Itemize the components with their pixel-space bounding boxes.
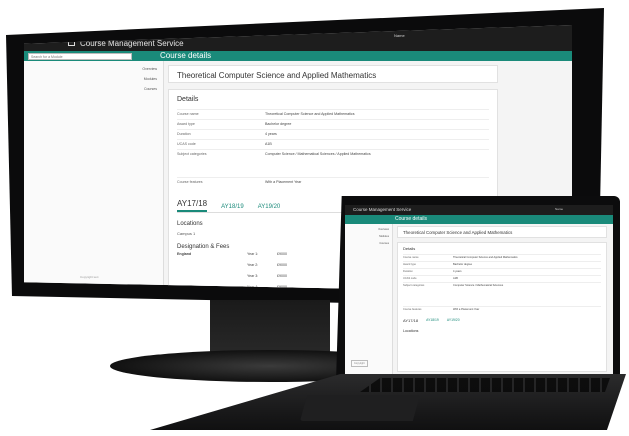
sidebar-footer: Copyright text — [80, 275, 99, 279]
fee-year: Year 1: — [247, 252, 259, 256]
laptop-main-content: Theoretical Computer Science and Applied… — [397, 226, 607, 376]
laptop-sidebar-item-courses[interactable]: Courses — [379, 242, 389, 245]
course-title: Theoretical Computer Science and Applied… — [168, 65, 498, 83]
laptop-sidebar-item-overview[interactable]: Overview — [378, 228, 389, 231]
detail-label: Subject categories — [403, 284, 425, 287]
detail-row: Course name Theoretical Computer Science … — [403, 254, 601, 261]
detail-value: With a Placement Year — [265, 180, 302, 184]
laptop-app-top-bar: Course Management Service Name — [345, 205, 613, 215]
laptop-touchpad — [300, 395, 420, 421]
detail-value: Bachelor degree — [453, 263, 473, 266]
section-title: Course details — [160, 51, 212, 60]
detail-row: Duration 4 years — [177, 129, 489, 139]
fee-year: Year 2: — [247, 263, 259, 267]
module-search-input[interactable]: Search for a Module — [28, 53, 132, 60]
laptop-tab-ay17-18[interactable]: AY17/18 — [403, 318, 418, 323]
laptop-app-title: Course Management Service — [353, 207, 412, 212]
detail-row: Subject categories Computer Science / Mat… — [177, 149, 489, 177]
detail-value: 4 years — [265, 132, 277, 136]
fee-amount: £9000 — [277, 263, 287, 267]
detail-row: Award type Bachelor degree — [177, 119, 489, 129]
sidebar-item-overview[interactable]: Overview — [142, 67, 157, 71]
user-menu[interactable]: Name — [394, 33, 405, 38]
laptop-details-card: Details Course name Theoretical Computer … — [397, 242, 607, 372]
detail-value: 4 years — [453, 270, 462, 273]
detail-row: UCAS code A1B — [403, 275, 601, 282]
laptop-academic-year-tabs: AY17/18 AY18/19 AY19/20 — [403, 318, 601, 323]
fee-year: Year 3: — [247, 274, 259, 278]
laptop-tab-ay19-20[interactable]: AY19/20 — [447, 318, 460, 323]
detail-value: Theoretical Computer Science and Applied… — [453, 256, 518, 259]
detail-value: With a Placement Year — [453, 308, 480, 311]
laptop-keys — [360, 378, 610, 392]
fee-region: England — [177, 252, 192, 256]
fee-amount: £9000 — [277, 274, 287, 278]
laptop-tab-ay18-19[interactable]: AY18/19 — [426, 318, 439, 323]
detail-value: Computer Science / Mathematical Sciences… — [265, 152, 371, 156]
laptop-screen: Course Management Service Name Course de… — [345, 205, 613, 377]
tab-ay17-18[interactable]: AY17/18 — [177, 199, 208, 212]
laptop-user-menu[interactable]: Name — [555, 207, 563, 211]
laptop-section-header-bar: Course details — [345, 215, 613, 224]
detail-value: A1B — [265, 142, 272, 146]
detail-label: Course name — [177, 112, 199, 116]
detail-label: Duration — [177, 132, 191, 136]
laptop-section-title: Course details — [395, 216, 427, 222]
detail-label: Duration — [403, 270, 413, 273]
tab-ay18-19[interactable]: AY18/19 — [221, 204, 244, 212]
laptop-locations-heading: Locations — [403, 329, 419, 333]
detail-row: UCAS code A1B — [177, 139, 489, 149]
laptop-sidebar-button[interactable]: Copyright — [351, 360, 368, 367]
fee-region — [177, 263, 247, 272]
laptop-sidebar: Overview Modules Courses Copyright — [345, 224, 393, 377]
detail-value: Bachelor degree — [265, 122, 292, 126]
detail-label: Subject categories — [177, 152, 207, 156]
fee-region — [177, 274, 247, 283]
sidebar-item-modules[interactable]: Modules — [144, 77, 157, 81]
detail-value: A1B — [453, 277, 458, 280]
detail-row: Course name Theoretical Computer Science … — [177, 109, 489, 119]
tab-ay19-20[interactable]: AY19/20 — [258, 204, 281, 212]
detail-row: Subject categories Computer Science / Mat… — [403, 282, 601, 306]
detail-row: Course features With a Placement Year — [403, 306, 601, 313]
detail-value: Theoretical Computer Science and Applied… — [265, 112, 355, 116]
detail-label: Award type — [177, 122, 195, 126]
product-mockup-scene: Course Management Service Name Course de… — [0, 0, 629, 436]
detail-label: UCAS code — [177, 142, 196, 146]
details-heading: Details — [177, 96, 199, 103]
detail-value: Computer Science / Mathematical Sciences — [453, 284, 504, 287]
laptop-sidebar-item-modules[interactable]: Modules — [379, 235, 389, 238]
sidebar: Search for a Module Overview Modules Cou… — [24, 53, 164, 293]
detail-row: Course features With a Placement Year — [177, 177, 489, 187]
laptop-course-title: Theoretical Computer Science and Applied… — [397, 226, 607, 238]
fee-amount: £9000 — [277, 252, 287, 256]
detail-row: Award type Bachelor degree — [403, 261, 601, 268]
laptop-details-heading: Details — [403, 246, 416, 251]
detail-label: Award type — [403, 263, 416, 266]
sidebar-item-courses[interactable]: Courses — [144, 87, 157, 91]
detail-label: UCAS code — [403, 277, 417, 280]
detail-row: Duration 4 years — [403, 268, 601, 275]
detail-label: Course features — [403, 308, 422, 311]
detail-label: Course features — [177, 180, 203, 184]
detail-label: Course name — [403, 256, 419, 259]
